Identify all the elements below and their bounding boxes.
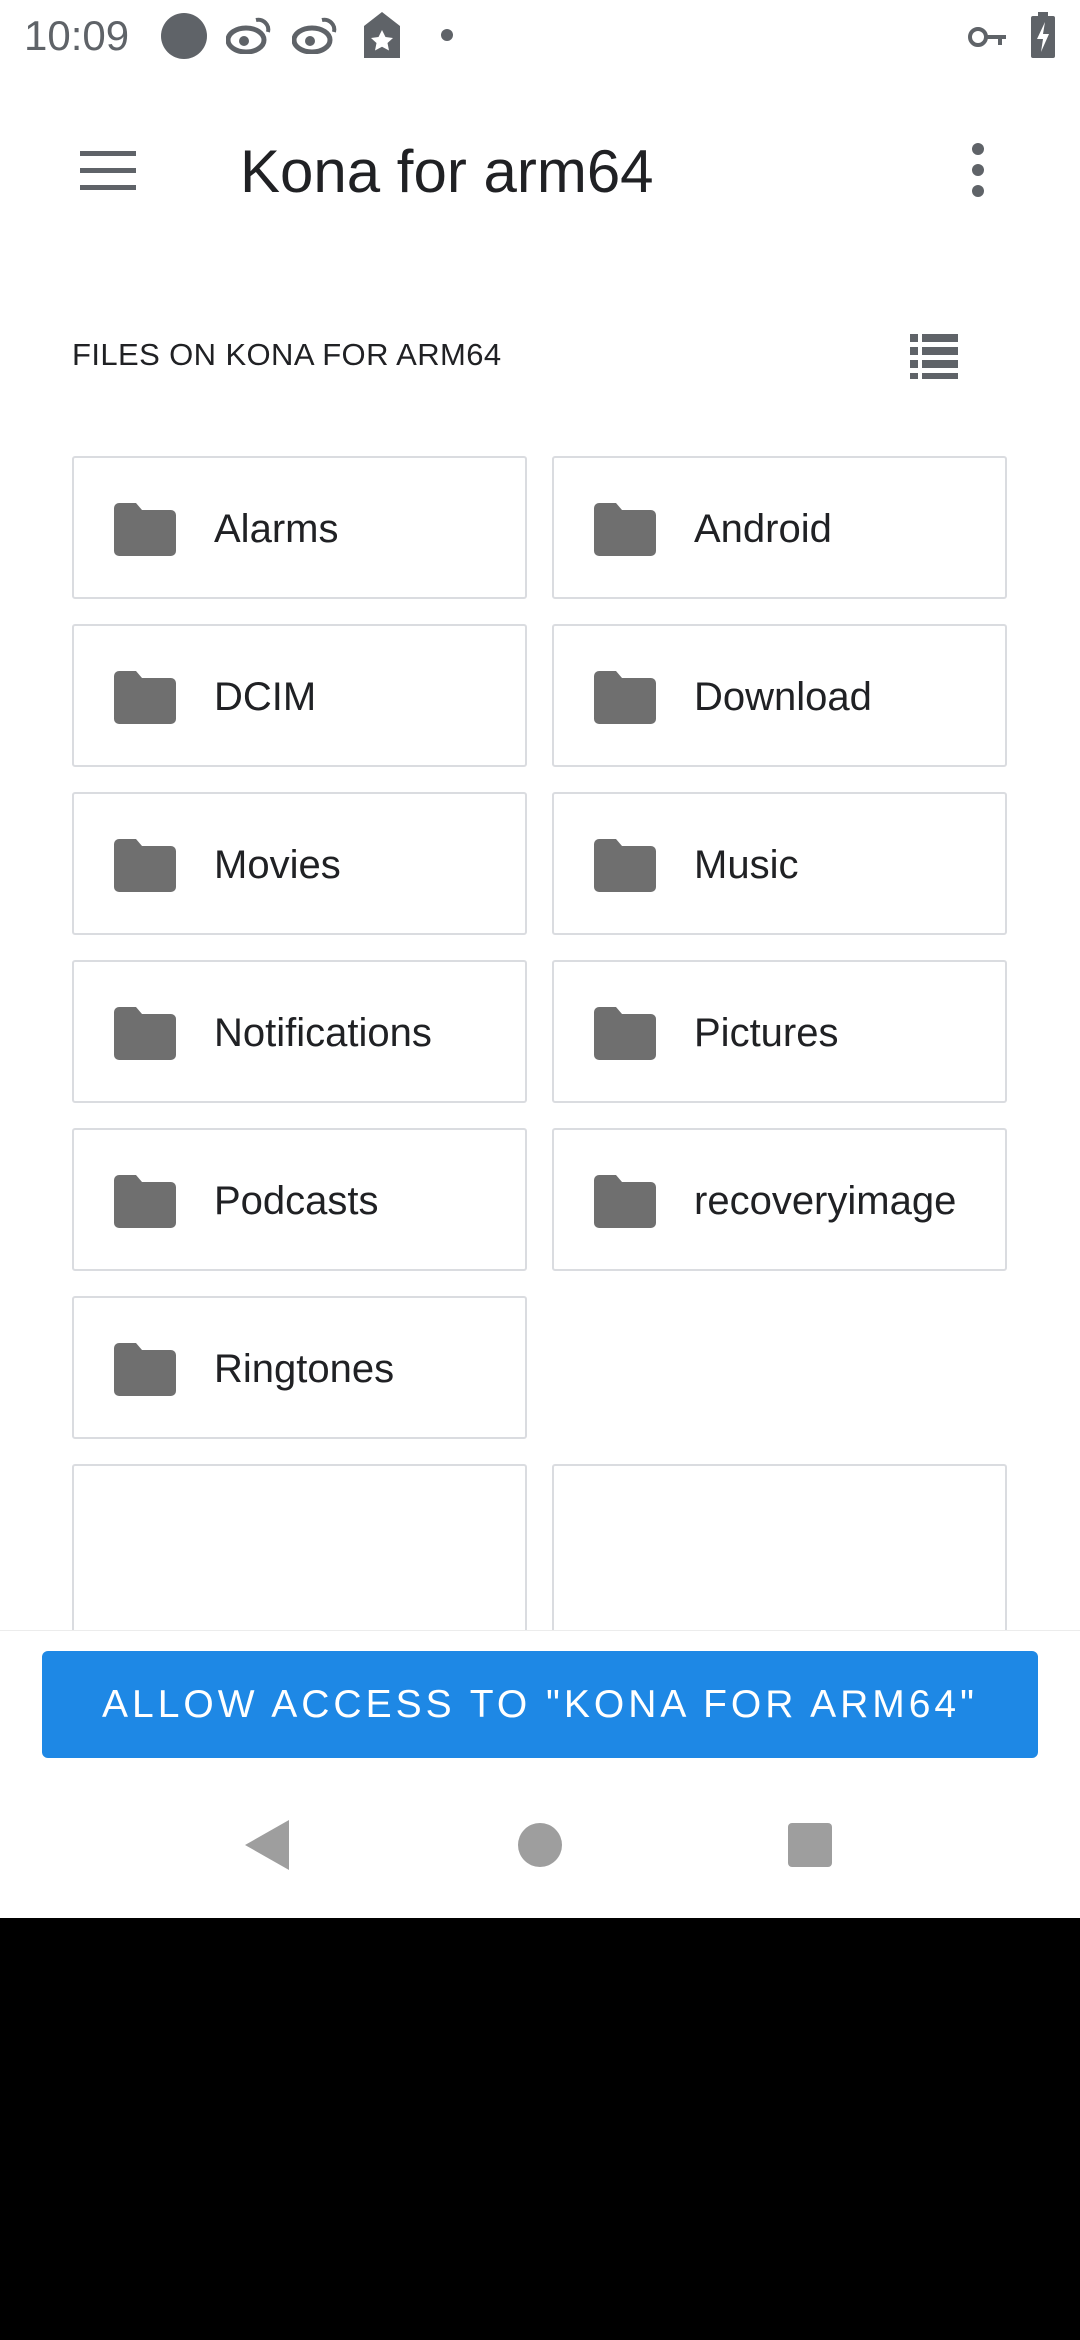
navigation-bar [0,1790,1080,1900]
list-view-icon [910,334,958,379]
status-time: 10:09 [24,12,130,59]
key-icon [968,27,1006,47]
section-title: FILES ON KONA FOR ARM64 [72,337,502,372]
folder-icon [594,1007,656,1060]
folder-tile-podcasts[interactable]: Podcasts [72,1128,527,1271]
folder-label: Pictures [694,1011,839,1055]
app-title: Kona for arm64 [240,138,654,205]
folder-icon [594,671,656,724]
folder-label: Movies [214,843,341,887]
folder-tile-notifications[interactable]: Notifications [72,960,527,1103]
folder-icon [114,503,176,556]
folder-icon [114,1007,176,1060]
folder-label: Music [694,843,799,887]
folder-label: Alarms [214,507,339,551]
overflow-menu-button[interactable] [940,124,1012,220]
dot-icon [441,29,453,41]
weibo-icon [226,17,271,54]
folder-icon [114,839,176,892]
status-bar: 10:09 [0,0,1080,72]
recents-square-icon[interactable] [775,1810,845,1880]
folder-label: Android [694,507,832,551]
folder-grid: Alarms Android DCIM Download Movies Musi… [72,456,1008,1664]
folder-tile-download[interactable]: Download [552,624,1007,767]
back-triangle-icon[interactable] [233,1810,303,1880]
more-vert-icon [972,143,984,197]
folder-label: Notifications [214,1011,432,1055]
folder-tile-alarms[interactable]: Alarms [72,456,527,599]
folder-label: recoveryimage [694,1179,957,1223]
folder-tile-android[interactable]: Android [552,456,1007,599]
hamburger-menu-icon [80,151,136,190]
home-circle-icon[interactable] [505,1810,575,1880]
folder-icon [114,1343,176,1396]
folder-label: Podcasts [214,1179,379,1223]
grid-spacer [552,1296,1007,1439]
folder-icon [114,671,176,724]
folder-icon [594,503,656,556]
weibo-icon [292,17,337,54]
screen: 10:09 Kona for arm64 FILES ON KONA FOR A… [0,0,1080,1918]
folder-icon [594,839,656,892]
circle-icon [161,13,207,59]
app-bar: Kona for arm64 [0,72,1080,268]
folder-icon [114,1175,176,1228]
folder-icon [594,1175,656,1228]
folder-tile-movies[interactable]: Movies [72,792,527,935]
allow-access-button[interactable]: ALLOW ACCESS TO "KONA FOR ARM64" [42,1651,1038,1758]
star-tag-icon [364,12,400,58]
list-view-toggle[interactable] [898,320,970,392]
folder-tile-music[interactable]: Music [552,792,1007,935]
menu-button[interactable] [60,124,156,220]
folder-tile-pictures[interactable]: Pictures [552,960,1007,1103]
folder-tile-ringtones[interactable]: Ringtones [72,1296,527,1439]
folder-label: Download [694,675,872,719]
folder-tile-recoveryimage[interactable]: recoveryimage [552,1128,1007,1271]
folder-label: DCIM [214,675,317,719]
folder-tile-dcim[interactable]: DCIM [72,624,527,767]
folder-label: Ringtones [214,1347,395,1391]
battery-charging-icon [1031,12,1055,58]
